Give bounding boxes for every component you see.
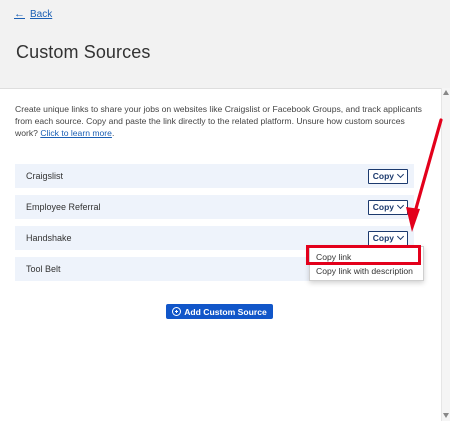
menu-item-copy-link-with-description[interactable]: Copy link with description [310, 264, 423, 278]
back-label: Back [30, 8, 53, 20]
scroll-down-arrow-icon[interactable] [443, 413, 449, 418]
source-name: Handshake [26, 233, 72, 243]
source-row-employee-referral: Employee Referral Copy [15, 195, 414, 219]
description-suffix: . [111, 128, 115, 138]
scroll-up-arrow-icon[interactable] [443, 90, 449, 95]
copy-button-employee-referral[interactable]: Copy [367, 199, 408, 215]
copy-button-label: Copy [372, 171, 394, 181]
learn-more-link[interactable]: Click to learn more [40, 128, 112, 138]
copy-button-handshake[interactable]: Copy [367, 230, 408, 246]
menu-item-copy-link[interactable]: Copy link [310, 250, 423, 264]
back-link[interactable]: ← Back [14, 8, 52, 20]
add-custom-source-button[interactable]: Add Custom Source [166, 304, 273, 319]
description-text: Create unique links to share your jobs o… [15, 103, 425, 139]
copy-dropdown-menu: Copy link Copy link with description [309, 246, 424, 281]
vertical-scrollbar[interactable] [441, 88, 450, 421]
source-name: Employee Referral [26, 202, 101, 212]
chevron-down-icon [396, 170, 405, 179]
arrow-left-icon: ← [14, 8, 25, 20]
chevron-down-icon [396, 232, 405, 241]
copy-button-label: Copy [372, 202, 394, 212]
plus-circle-icon [172, 307, 182, 316]
source-row-craigslist: Craigslist Copy [15, 164, 414, 188]
copy-button-label: Copy [372, 233, 394, 243]
copy-button-craigslist[interactable]: Copy [367, 168, 408, 184]
add-button-label: Add Custom Source [184, 306, 267, 317]
chevron-down-icon [396, 201, 405, 210]
page-header: ← Back Custom Sources [0, 0, 450, 89]
source-name: Tool Belt [26, 264, 61, 274]
source-name: Craigslist [26, 171, 64, 181]
page-title: Custom Sources [16, 42, 151, 62]
